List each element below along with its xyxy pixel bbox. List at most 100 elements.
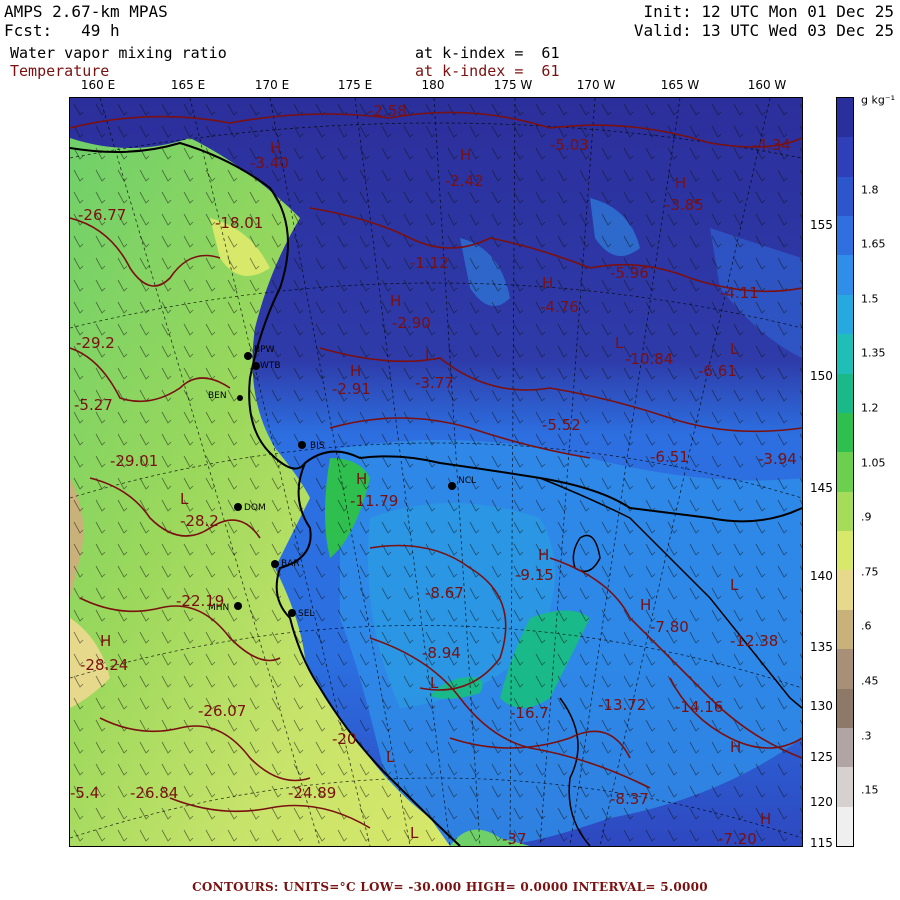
- temp-label: -2.58: [368, 102, 407, 120]
- station-label: BEN: [208, 391, 227, 401]
- temp-label: -3.77: [415, 374, 454, 392]
- colorbar-swatch: [837, 412, 853, 453]
- lat-label: 140: [810, 569, 833, 583]
- colorbar-swatch: [837, 176, 853, 217]
- lat-label: 120: [810, 795, 833, 809]
- lat-label: 155: [810, 218, 833, 232]
- temp-label: -3.85: [665, 196, 704, 214]
- station-dot[interactable]: [244, 352, 252, 360]
- high-marker: H: [460, 146, 471, 164]
- temp-label: -29.2: [76, 334, 115, 352]
- colorbar-swatch: [837, 767, 853, 808]
- lon-label: 175 E: [337, 78, 373, 92]
- station-dot[interactable]: [271, 560, 279, 568]
- colorbar-swatch: [837, 688, 853, 729]
- field2-name: Temperature: [10, 62, 110, 80]
- colorbar-swatch: [837, 806, 853, 847]
- temp-label: -20: [332, 730, 357, 748]
- lat-label: 125: [810, 750, 833, 764]
- low-marker: L: [430, 674, 439, 692]
- colorbar-label: .3: [861, 729, 872, 743]
- lon-label: 160 E: [80, 78, 116, 92]
- temp-label: -6.51: [650, 448, 689, 466]
- colorbar-swatch: [837, 649, 853, 690]
- valid-time: Valid: 13 UTC Wed 03 Dec 25: [633, 21, 894, 40]
- temp-label: -3.94: [758, 450, 797, 468]
- station-label: DOM: [244, 503, 266, 513]
- field1-name: Water vapor mixing ratio: [10, 44, 227, 62]
- colorbar-label: 1.2: [861, 401, 879, 415]
- temp-label: -8.37: [610, 790, 649, 808]
- lat-label: 135: [810, 640, 833, 654]
- lon-label: 170 E: [254, 78, 290, 92]
- colorbar-swatch: [837, 531, 853, 571]
- station-dot[interactable]: [288, 609, 296, 617]
- temp-label: -2.42: [445, 172, 484, 190]
- temp-label: -26.77: [78, 206, 126, 224]
- high-marker: H: [730, 738, 741, 756]
- model-title: AMPS 2.67-km MPAS: [4, 2, 168, 21]
- colorbar-unit: g kg⁻¹: [861, 93, 896, 107]
- lat-label: 130: [810, 699, 833, 713]
- lon-label: 160 W: [747, 78, 787, 92]
- station-dot[interactable]: [237, 395, 243, 401]
- high-marker: H: [760, 810, 771, 828]
- temp-label: -16.7: [510, 704, 549, 722]
- station-label: WTB: [260, 361, 281, 371]
- colorbar-swatch: [837, 137, 853, 178]
- temp-label: -22.19: [176, 592, 224, 610]
- low-marker: L: [425, 346, 434, 364]
- colorbar-label: .45: [861, 674, 879, 688]
- colorbar-swatch: [837, 727, 853, 768]
- lat-label: 115: [810, 836, 833, 850]
- colorbar-swatch: [837, 98, 853, 138]
- colorbar-swatch: [837, 452, 853, 493]
- station-dot[interactable]: [252, 362, 260, 370]
- lat-label: 145: [810, 481, 833, 495]
- init-time: Init: 12 UTC Mon 01 Dec 25: [643, 2, 894, 21]
- colorbar-label: 1.05: [861, 456, 886, 470]
- forecast-hour: Fcst: 49 h: [4, 21, 120, 40]
- station-label: NCL: [458, 476, 476, 486]
- station-dot[interactable]: [234, 602, 242, 610]
- temp-label: -7.20: [718, 830, 757, 846]
- colorbar-label: .9: [861, 510, 872, 524]
- high-marker: H: [542, 274, 553, 292]
- low-marker: L: [615, 334, 624, 352]
- temp-label: -18.01: [215, 214, 263, 232]
- temp-label: -5.4: [70, 784, 99, 802]
- colorbar-label: .6: [861, 619, 872, 633]
- colorbar-swatch: [837, 294, 853, 335]
- station-dot[interactable]: [448, 482, 456, 490]
- temp-label: -37: [502, 830, 527, 846]
- field2-level: at k-index = 61: [415, 62, 560, 80]
- temp-label: -13.72: [598, 696, 646, 714]
- temp-label: -5.52: [542, 416, 581, 434]
- lon-label: 175 W: [493, 78, 533, 92]
- colorbar-label: 1.65: [861, 237, 886, 251]
- temp-label: -12.38: [730, 632, 778, 650]
- low-marker: L: [730, 576, 739, 594]
- low-marker: L: [386, 748, 395, 766]
- colorbar: [836, 97, 854, 847]
- colorbar-label: 1.35: [861, 346, 886, 360]
- high-marker: H: [100, 632, 111, 650]
- lon-label: 165 E: [170, 78, 206, 92]
- temp-label: -4.11: [720, 284, 759, 302]
- station-dot[interactable]: [298, 441, 306, 449]
- temp-label: -28.2: [180, 512, 219, 530]
- temp-label: -8.67: [425, 584, 464, 602]
- colorbar-swatch: [837, 491, 853, 532]
- high-marker: H: [675, 174, 686, 192]
- temp-label: -14.16: [675, 698, 723, 716]
- temp-label: -10.84: [625, 350, 673, 368]
- temp-label: -11.79: [350, 492, 398, 510]
- temp-label: -4.34: [752, 136, 791, 154]
- temp-label: -2.90: [392, 314, 431, 332]
- temp-label: -8.94: [422, 644, 461, 662]
- station-dot[interactable]: [234, 503, 242, 511]
- map-panel[interactable]: BPW WTB BEN BIS NCL DOM BAR MHN SEL -2.5…: [69, 97, 803, 847]
- temp-label: -5.27: [74, 396, 113, 414]
- temp-label: -5.96: [610, 264, 649, 282]
- lon-label: 165 W: [660, 78, 700, 92]
